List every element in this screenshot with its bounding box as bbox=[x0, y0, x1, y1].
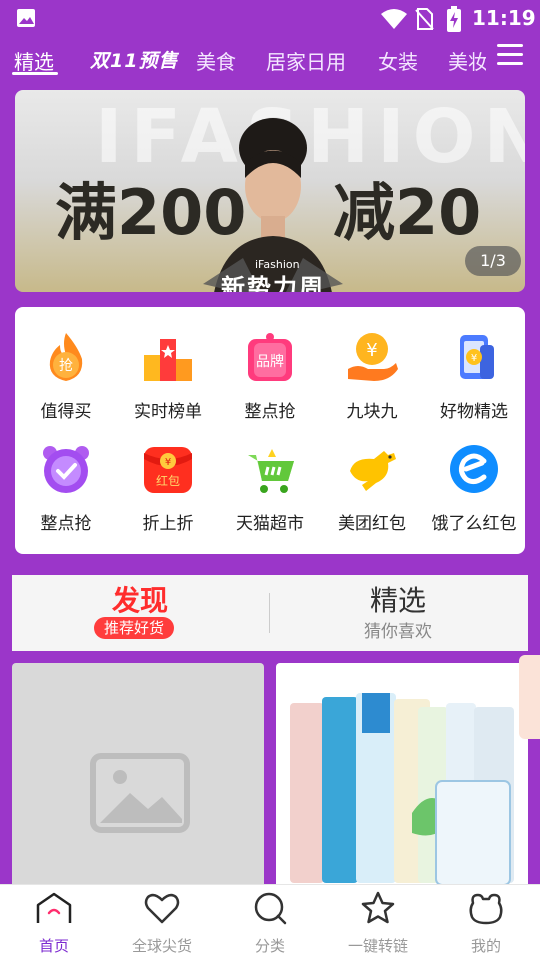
no-sim-icon bbox=[415, 8, 434, 30]
nav-label: 我的 bbox=[470, 937, 501, 955]
grid-item-label: 整点抢 bbox=[244, 402, 296, 422]
discover-switcher: 发现 推荐好货 精选 猜你喜欢 bbox=[12, 575, 528, 651]
grid-item-tmall-supermarket[interactable]: 天猫超市 bbox=[219, 441, 321, 534]
feature-grid: 抢 值得买 实时榜单 品牌 整点抢 ¥ 九块九 ¥ 好物精选 整点抢 ¥ 红包 … bbox=[15, 307, 525, 554]
product-card[interactable] bbox=[12, 663, 264, 893]
svg-text:抢: 抢 bbox=[59, 357, 73, 374]
grid-item-label: 值得买 bbox=[40, 402, 92, 422]
podium-icon bbox=[144, 339, 192, 381]
grid-item-eleme-packet[interactable]: 饿了么红包 bbox=[423, 441, 525, 534]
grid-item-extra-discount[interactable]: ¥ 红包 折上折 bbox=[117, 441, 219, 534]
grid-item-worth-buying[interactable]: 抢 值得买 bbox=[15, 329, 117, 422]
menu-icon[interactable] bbox=[497, 44, 523, 68]
phone-coin-icon: ¥ bbox=[460, 335, 494, 379]
grid-item-label: 美团红包 bbox=[338, 514, 406, 534]
grid-item-nine-yuan[interactable]: ¥ 九块九 bbox=[321, 329, 423, 422]
tab-food[interactable]: 美食 bbox=[196, 46, 236, 75]
nav-label: 分类 bbox=[254, 937, 285, 955]
grid-item-label: 好物精选 bbox=[440, 402, 508, 422]
nav-home[interactable]: 首页 bbox=[0, 891, 108, 956]
nav-global-goods[interactable]: 全球尖货 bbox=[108, 891, 216, 956]
home-icon bbox=[36, 892, 72, 923]
svg-text:¥: ¥ bbox=[366, 340, 377, 361]
yen-coin-hand-icon: ¥ bbox=[348, 333, 398, 381]
tab-featured[interactable]: 精选 bbox=[14, 46, 54, 75]
nav-label: 一键转链 bbox=[347, 937, 408, 955]
nav-convert-link[interactable]: 一键转链 bbox=[324, 891, 432, 956]
grid-item-label: 实时榜单 bbox=[134, 402, 202, 422]
svg-text:品牌: 品牌 bbox=[256, 353, 284, 370]
nav-label: 全球尖货 bbox=[131, 937, 192, 955]
kangaroo-icon bbox=[350, 451, 396, 491]
star-icon bbox=[361, 891, 395, 924]
alarm-check-icon bbox=[43, 446, 89, 493]
shopping-cart-icon bbox=[248, 449, 294, 493]
grid-item-label: 九块九 bbox=[346, 402, 398, 422]
picks-title: 精选 bbox=[370, 584, 427, 617]
active-tab-indicator bbox=[12, 72, 58, 75]
bottom-nav: 首页 全球尖货 分类 一键转链 我的 bbox=[0, 884, 540, 961]
grid-item-label: 天猫超市 bbox=[236, 514, 304, 534]
grid-item-hourly-grab-2[interactable]: 整点抢 bbox=[15, 441, 117, 534]
grid-item-hourly-grab[interactable]: 品牌 整点抢 bbox=[219, 329, 321, 422]
grid-item-label: 饿了么红包 bbox=[431, 514, 517, 534]
grid-item-good-picks[interactable]: ¥ 好物精选 bbox=[423, 329, 525, 422]
svg-text:红包: 红包 bbox=[156, 473, 180, 488]
svg-text:¥: ¥ bbox=[471, 353, 477, 364]
grid-item-label: 整点抢 bbox=[40, 514, 92, 534]
heart-icon bbox=[144, 893, 180, 924]
nav-category[interactable]: 分类 bbox=[216, 891, 324, 956]
status-time: 11:19 bbox=[472, 6, 536, 30]
image-placeholder-icon bbox=[90, 753, 190, 833]
switcher-divider bbox=[269, 593, 270, 633]
red-packet-icon: ¥ 红包 bbox=[144, 447, 192, 493]
tab-double11[interactable]: 双11预售 bbox=[90, 46, 178, 73]
wifi-icon bbox=[381, 9, 407, 29]
nav-profile[interactable]: 我的 bbox=[432, 891, 540, 956]
banner-subtitle: 新势力周 bbox=[221, 274, 325, 292]
nav-label: 首页 bbox=[38, 937, 69, 955]
eleme-icon bbox=[450, 445, 498, 493]
discover-title: 发现 bbox=[112, 584, 169, 617]
product-card[interactable] bbox=[276, 663, 528, 893]
tab-beauty[interactable]: 美妆 bbox=[448, 46, 486, 75]
svg-text:¥: ¥ bbox=[165, 457, 171, 468]
gallery-icon bbox=[17, 9, 35, 27]
floating-ad[interactable] bbox=[519, 655, 540, 739]
tab-womens-clothing[interactable]: 女装 bbox=[378, 46, 418, 75]
banner-right-text: 减20 bbox=[333, 176, 482, 249]
brand-tag-icon: 品牌 bbox=[248, 333, 292, 381]
profile-icon bbox=[469, 893, 503, 925]
search-icon bbox=[254, 892, 287, 925]
discover-badge: 推荐好货 bbox=[94, 617, 175, 639]
grid-item-label: 折上折 bbox=[142, 514, 194, 534]
grid-item-meituan-packet[interactable]: 美团红包 bbox=[321, 441, 423, 534]
banner-pager: 1/3 bbox=[465, 246, 521, 276]
grid-item-realtime-rank[interactable]: 实时榜单 bbox=[117, 329, 219, 422]
battery-charging-icon bbox=[447, 6, 461, 32]
flame-grab-icon: 抢 bbox=[49, 333, 83, 381]
promo-banner[interactable]: IFASHION 满200 减20 iFashion 新势力周 1/3 bbox=[15, 90, 525, 292]
tab-home-goods[interactable]: 居家日用 bbox=[266, 46, 346, 75]
status-bar: 11:19 bbox=[0, 0, 540, 36]
banner-left-text: 满200 bbox=[55, 176, 247, 249]
product-image bbox=[290, 693, 514, 886]
picks-subtitle: 猜你喜欢 bbox=[364, 622, 432, 642]
